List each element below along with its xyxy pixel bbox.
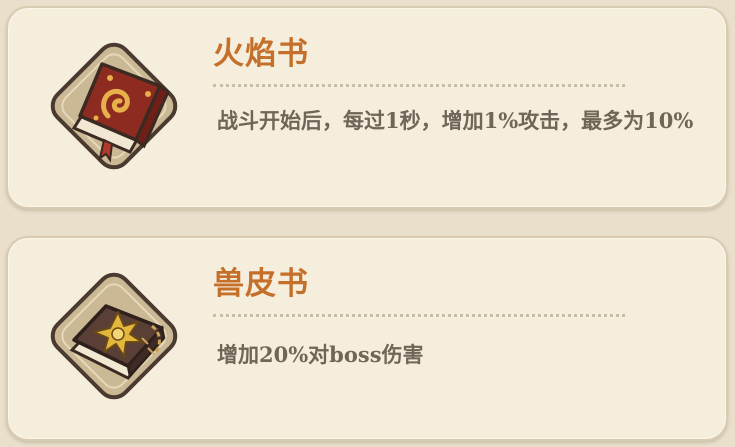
item-card-fire-book[interactable]: 火焰书 战斗开始后，每过1秒，增加1%攻击，最多为10% [6,6,728,209]
item-description: 增加20%对boss伤害 [217,342,424,367]
beast-hide-book-icon [44,266,184,406]
item-name: 火焰书 [213,36,309,72]
item-card-beast-hide-book[interactable]: 兽皮书 增加20%对boss伤害 [6,236,728,441]
item-name: 兽皮书 [213,266,309,302]
item-list: 火焰书 战斗开始后，每过1秒，增加1%攻击，最多为10% 兽皮书 增加20%对b… [0,0,735,447]
fire-book-icon [44,36,184,176]
divider [213,84,625,87]
divider [213,314,625,317]
item-description: 战斗开始后，每过1秒，增加1%攻击，最多为10% [217,108,694,133]
